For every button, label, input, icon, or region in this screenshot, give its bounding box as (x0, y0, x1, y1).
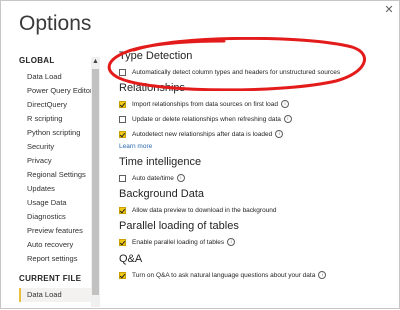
sidebar-item-data-load[interactable]: Data Load (27, 72, 62, 81)
option-update-relationships[interactable]: Update or delete relationships when refr… (119, 114, 292, 124)
sidebar-item-python-scripting[interactable]: Python scripting (27, 128, 80, 137)
scroll-up-arrow-icon[interactable]: ▲ (91, 57, 100, 66)
sidebar-item-preview-features[interactable]: Preview features (27, 226, 83, 235)
sidebar-item-current-data-load[interactable]: Data Load (19, 288, 91, 302)
background-preview-checkbox[interactable] (119, 206, 126, 214)
qna-checkbox[interactable] (119, 271, 126, 279)
section-qna-title: Q&A (119, 253, 143, 265)
section-type-detection-title: Type Detection (119, 50, 193, 62)
auto-date-time-checkbox[interactable] (119, 174, 126, 182)
sidebar-item-r-scripting[interactable]: R scripting (27, 114, 62, 123)
import-relationships-checkbox[interactable] (119, 100, 126, 108)
options-dialog: Options ✕ GLOBAL Data Load Power Query E… (0, 0, 400, 309)
section-background-data-title: Background Data (119, 188, 204, 200)
option-auto-detect-types[interactable]: Automatically detect column types and he… (119, 67, 340, 77)
current-file-header: CURRENT FILE (19, 274, 82, 283)
info-icon[interactable]: i (318, 271, 327, 279)
sidebar-item-security[interactable]: Security (27, 142, 54, 151)
option-background-preview[interactable]: Allow data preview to download in the ba… (119, 205, 277, 215)
sidebar-item-auto-recovery[interactable]: Auto recovery (27, 240, 73, 249)
sidebar-item-regional-settings[interactable]: Regional Settings (27, 170, 86, 179)
option-parallel-loading[interactable]: Enable parallel loading of tables i (119, 237, 236, 247)
global-header: GLOBAL (19, 56, 55, 65)
parallel-loading-checkbox[interactable] (119, 238, 126, 246)
option-label: Allow data preview to download in the ba… (132, 206, 277, 214)
sidebar-item-directquery[interactable]: DirectQuery (27, 100, 67, 109)
option-label: Update or delete relationships when refr… (132, 115, 281, 123)
settings-panel: Type Detection Automatically detect colu… (119, 1, 399, 310)
option-label: Enable parallel loading of tables (132, 238, 225, 246)
option-label: Automatically detect column types and he… (132, 68, 341, 76)
sidebar-item-updates[interactable]: Updates (27, 184, 55, 193)
option-label: Auto date/time (132, 174, 174, 182)
autodetect-relationships-checkbox[interactable] (119, 130, 126, 138)
option-auto-date-time[interactable]: Auto date/time i (119, 173, 185, 183)
info-icon[interactable]: i (176, 174, 185, 182)
update-relationships-checkbox[interactable] (119, 115, 126, 123)
info-icon[interactable]: i (227, 238, 236, 246)
sidebar-item-usage-data[interactable]: Usage Data (27, 198, 67, 207)
section-relationships-title: Relationships (119, 82, 186, 94)
option-import-relationships[interactable]: Import relationships from data sources o… (119, 99, 289, 109)
learn-more-link[interactable]: Learn more (119, 143, 152, 150)
sidebar-scrollbar[interactable]: ▲ (91, 57, 100, 307)
section-time-intelligence-title: Time intelligence (119, 156, 202, 168)
sidebar-item-diagnostics[interactable]: Diagnostics (27, 212, 66, 221)
option-label: Import relationships from data sources o… (132, 100, 278, 108)
option-label: Turn on Q&A to ask natural language ques… (132, 271, 316, 279)
auto-detect-types-checkbox[interactable] (119, 68, 126, 76)
info-icon[interactable]: i (275, 130, 284, 138)
option-autodetect-relationships[interactable]: Autodetect new relationships after data … (119, 129, 284, 139)
sidebar-item-power-query-editor[interactable]: Power Query Editor (27, 86, 91, 95)
section-parallel-loading-title: Parallel loading of tables (119, 220, 239, 232)
sidebar-item-report-settings[interactable]: Report settings (27, 254, 77, 263)
info-icon[interactable]: i (283, 115, 292, 123)
sidebar-item-privacy[interactable]: Privacy (27, 156, 52, 165)
dialog-title: Options (19, 12, 92, 35)
option-label: Autodetect new relationships after data … (132, 130, 273, 138)
option-qna[interactable]: Turn on Q&A to ask natural language ques… (119, 270, 327, 280)
options-sidebar: GLOBAL Data Load Power Query Editor Dire… (19, 51, 91, 310)
scrollbar-thumb[interactable] (92, 69, 99, 295)
info-icon[interactable]: i (280, 100, 289, 108)
